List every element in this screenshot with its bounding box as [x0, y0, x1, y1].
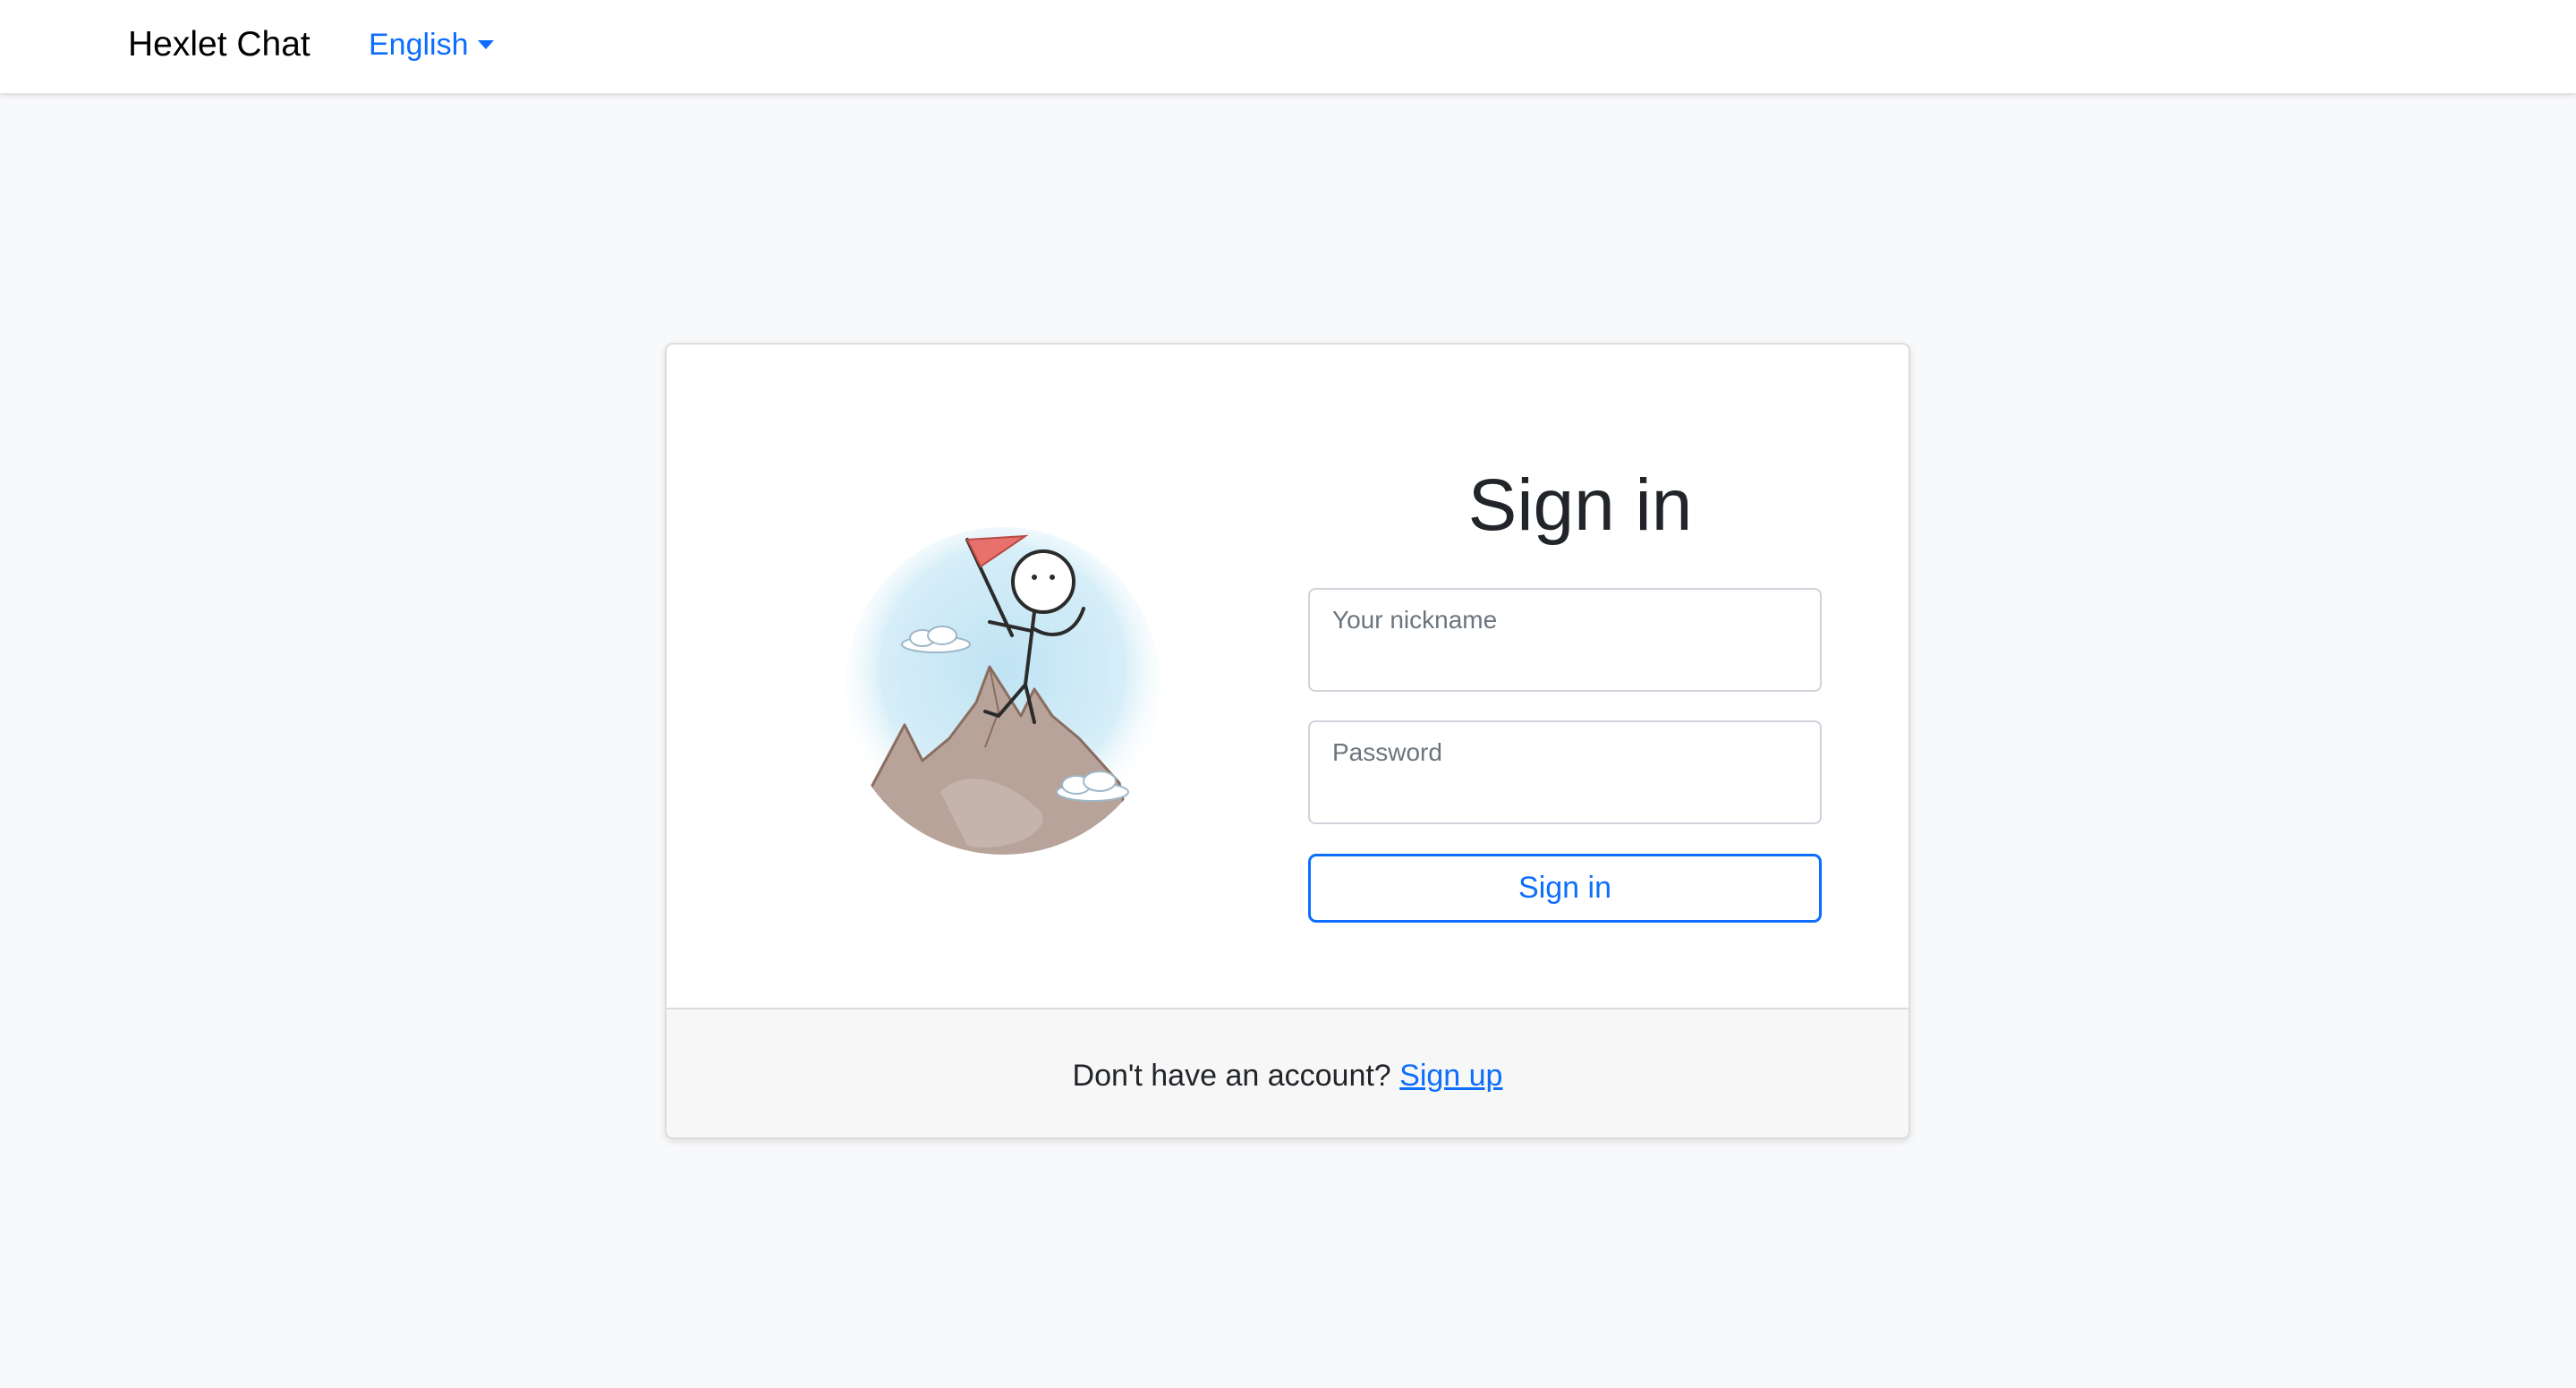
sign-in-button[interactable]: Sign in [1308, 854, 1822, 923]
climber-on-mountain-icon [846, 527, 1160, 855]
brand-link[interactable]: Hexlet Chat [128, 21, 310, 68]
card-footer: Don't have an account? Sign up [667, 1008, 1909, 1137]
password-label: Password [1332, 738, 1442, 766]
language-label: English [369, 28, 469, 62]
nickname-input[interactable] [1331, 643, 1797, 679]
nickname-label: Your nickname [1332, 606, 1498, 634]
page-title: Sign in [1467, 464, 1693, 546]
climber-illustration [833, 524, 1173, 864]
password-input[interactable] [1331, 776, 1797, 812]
password-field[interactable]: Password [1308, 720, 1822, 824]
login-card-body: Sign in Your nickname Password Sign in [667, 345, 1909, 1008]
nickname-field[interactable]: Your nickname [1308, 588, 1822, 692]
caret-down-icon [477, 40, 494, 49]
top-navbar: Hexlet Chat English [0, 0, 2576, 94]
signup-prompt: Don't have an account? [1072, 1059, 1400, 1093]
login-card: Sign in Your nickname Password Sign in D… [665, 343, 1910, 1139]
sign-up-link[interactable]: Sign up [1399, 1059, 1502, 1093]
language-dropdown[interactable]: English [369, 21, 494, 68]
